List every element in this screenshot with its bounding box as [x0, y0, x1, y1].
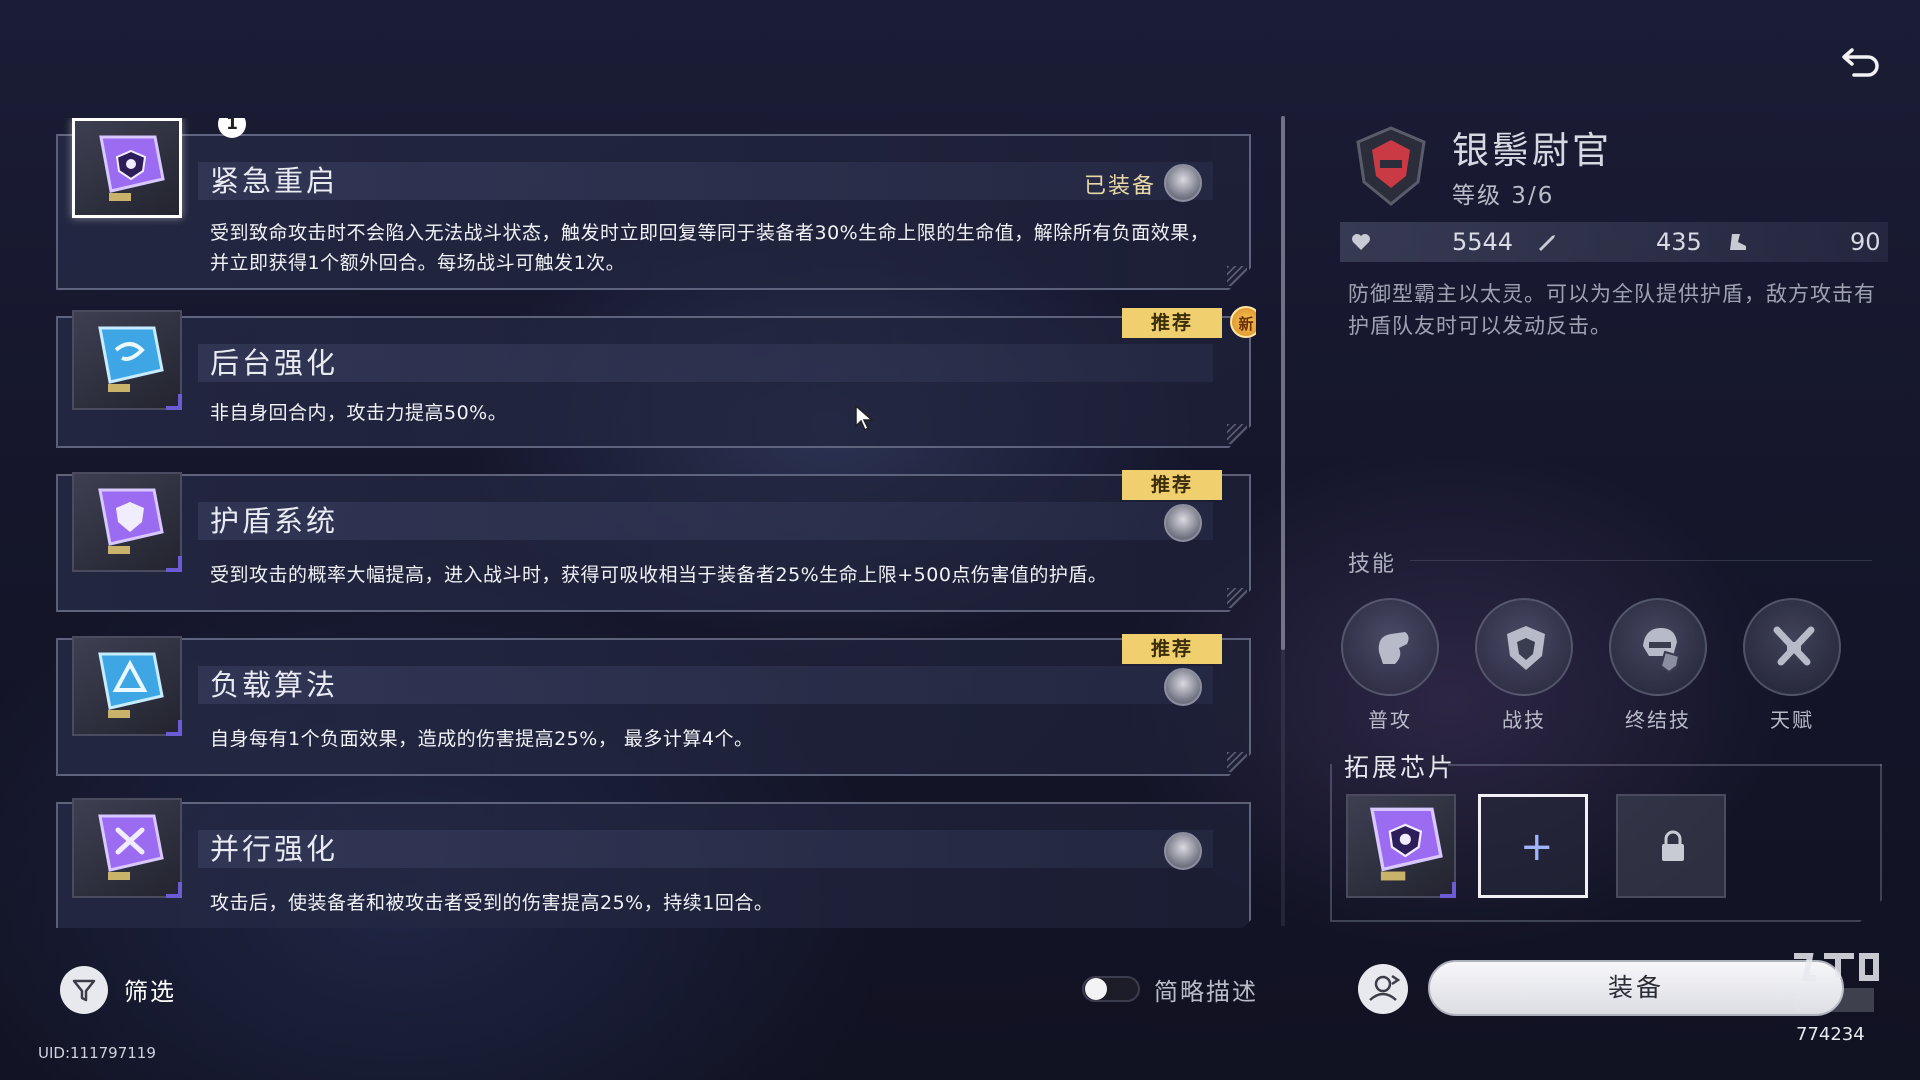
shield-heart-chip-icon[interactable] — [72, 118, 182, 218]
filter-button[interactable] — [60, 966, 108, 1014]
plus-icon: + — [1520, 824, 1554, 870]
title-strip — [198, 666, 1213, 704]
character-name: 银鬃尉官 — [1452, 129, 1612, 172]
recommended-character-avatar — [1164, 504, 1202, 542]
brief-description-label[interactable]: 简略描述 — [1154, 972, 1258, 1007]
swirl-chip-icon[interactable] — [72, 310, 182, 410]
skill-battle-skill[interactable]: 战技 — [1474, 598, 1574, 733]
equipped-label: 已装备 — [1084, 174, 1157, 199]
shield-heart-chip-icon — [1369, 807, 1443, 881]
chip-title: 后台强化 — [210, 346, 339, 380]
skill-label: 终结技 — [1625, 708, 1691, 732]
lock-icon — [1662, 830, 1684, 861]
corner-decoration — [1227, 266, 1247, 286]
corner-decoration — [1227, 752, 1247, 772]
skill-talent[interactable]: 天赋 — [1742, 598, 1842, 733]
chip-desc: 攻击后，使装备者和被攻击者受到的伤害提高25%，持续1回合。 — [210, 892, 774, 914]
chip-desc: 非自身回合内，攻击力提高50%。 — [210, 402, 508, 424]
speed-value: 90 — [1850, 228, 1881, 256]
recommend-tag: 推荐 — [1122, 470, 1222, 500]
recommended-character-avatar — [1164, 832, 1202, 870]
recommended-character-avatar — [1164, 668, 1202, 706]
crossed-swords-icon[interactable] — [1743, 598, 1841, 696]
chip-title: 紧急重启 — [210, 164, 339, 198]
title-strip — [198, 162, 1213, 200]
chip-corner — [166, 394, 182, 410]
locked-chip-slot[interactable] — [1616, 794, 1726, 898]
skills-divider — [1410, 560, 1872, 561]
chip-corner — [166, 882, 182, 898]
chip-corner — [166, 720, 182, 736]
fist-icon[interactable] — [1341, 598, 1439, 696]
stats-bar: 5544 435 90 — [1340, 222, 1888, 262]
chip-card-4[interactable]: 负载算法 自身每有1个负面效果，造成的伤害提高25%， 最多计算4个。 — [56, 638, 1251, 776]
chip-card-5[interactable]: 并行强化 攻击后，使装备者和被攻击者受到的伤害提高25%，持续1回合。 — [56, 802, 1251, 928]
triangle-chip-icon[interactable] — [72, 636, 182, 736]
toggle-knob[interactable] — [1085, 978, 1107, 1000]
chip-corner — [1440, 882, 1456, 898]
shield-icon[interactable] — [1475, 598, 1573, 696]
title-strip — [198, 502, 1213, 540]
sword-icon — [1539, 235, 1555, 251]
skill-basic-attack[interactable]: 普攻 — [1340, 598, 1440, 733]
heart-icon — [1352, 234, 1370, 250]
preset-button[interactable] — [1358, 964, 1408, 1014]
panel-top-border — [1448, 764, 1882, 766]
chip-desc: 受到攻击的概率大幅提高，进入战斗时，获得可吸收相当于装备者25%生命上限+500… — [210, 564, 1108, 586]
watermark-logo-icon — [1784, 948, 1884, 1018]
skills-title: 技能 — [1348, 552, 1397, 577]
skill-ultimate[interactable]: 终结技 — [1608, 598, 1708, 733]
chip-corner — [166, 556, 182, 572]
corner-decoration — [1227, 424, 1247, 444]
hp-value: 5544 — [1452, 228, 1514, 256]
chip-card-3[interactable]: 护盾系统 受到攻击的概率大幅提高，进入战斗时，获得可吸收相当于装备者25%生命上… — [56, 474, 1251, 612]
title-strip — [198, 830, 1213, 868]
back-icon[interactable] — [1838, 44, 1886, 84]
scrollbar-thumb[interactable] — [1281, 116, 1285, 650]
equipped-character-avatar — [1164, 164, 1202, 202]
character-level: 等级 3/6 — [1452, 183, 1555, 209]
character-swap-icon — [1369, 974, 1401, 1001]
shield-chip-icon[interactable] — [72, 472, 182, 572]
filter-label[interactable]: 筛选 — [124, 972, 176, 1007]
recommend-tag: 推荐 — [1122, 634, 1222, 664]
cross-chip-icon[interactable] — [72, 798, 182, 898]
chip-title: 负载算法 — [210, 668, 339, 702]
uid-label: UID:111797119 — [38, 1044, 156, 1062]
chip-title: 护盾系统 — [210, 504, 339, 538]
skill-label: 天赋 — [1770, 708, 1814, 732]
watermark-id: 774234 — [1796, 1024, 1865, 1045]
equipped-chip-slot[interactable] — [1346, 794, 1456, 898]
corner-decoration — [1227, 588, 1247, 608]
attack-value: 435 — [1656, 228, 1702, 256]
add-chip-slot[interactable]: + — [1478, 794, 1588, 898]
skill-label: 战技 — [1502, 708, 1546, 732]
recommend-tag: 推荐 — [1122, 308, 1222, 338]
helmet-shield-icon[interactable] — [1609, 598, 1707, 696]
chip-card-1[interactable]: 紧急重启 受到致命攻击时不会陷入无法战斗状态，触发时立即回复等同于装备者30%生… — [56, 134, 1251, 290]
chip-card-2[interactable]: 后台强化 非自身回合内，攻击力提高50%。 — [56, 316, 1251, 448]
character-emblem-icon — [1344, 124, 1438, 210]
chip-title: 并行强化 — [210, 832, 339, 866]
equip-button[interactable]: 装备 — [1428, 960, 1844, 1016]
speed-boot-icon — [1730, 234, 1746, 250]
character-description: 防御型霸主以太灵。可以为全队提供护盾，敌方攻击有护盾队友时可以发动反击。 — [1348, 282, 1876, 338]
new-badge: 新 — [1230, 306, 1256, 338]
mouse-cursor-icon — [854, 404, 876, 436]
title-strip — [198, 344, 1213, 382]
skill-label: 普攻 — [1368, 708, 1412, 732]
chip-list[interactable]: 紧急重启 受到致命攻击时不会陷入无法战斗状态，触发时立即回复等同于装备者30%生… — [56, 118, 1256, 928]
chip-desc: 自身每有1个负面效果，造成的伤害提高25%， 最多计算4个。 — [210, 728, 754, 750]
funnel-icon — [72, 979, 96, 1002]
chip-desc: 受到致命攻击时不会陷入无法战斗状态，触发时立即回复等同于装备者30%生命上限的生… — [210, 222, 1210, 274]
